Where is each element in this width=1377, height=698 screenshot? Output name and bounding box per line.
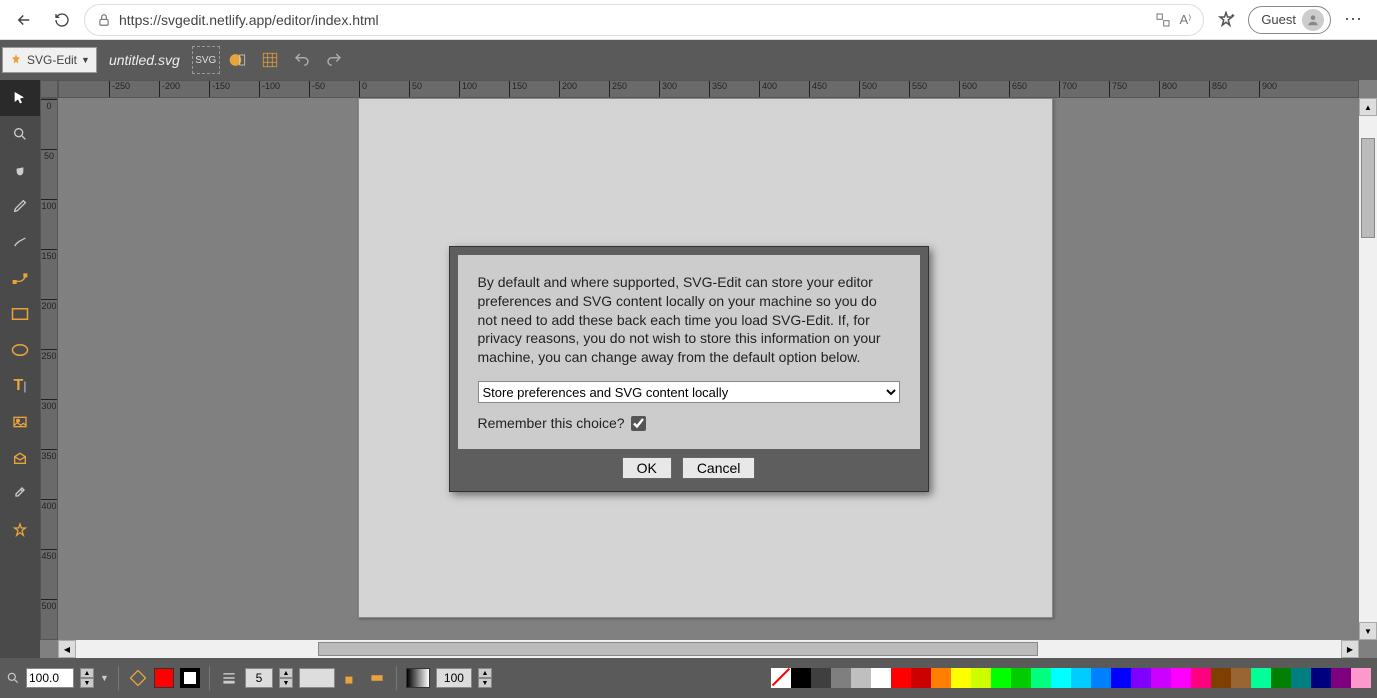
translate-icon[interactable] [1155, 12, 1171, 28]
lock-icon [97, 13, 111, 27]
guest-label: Guest [1261, 12, 1296, 27]
back-button[interactable] [8, 4, 40, 36]
remember-label: Remember this choice? [478, 415, 625, 431]
storage-dialog: By default and where supported, SVG-Edit… [449, 246, 929, 492]
cancel-button[interactable]: Cancel [682, 457, 756, 479]
more-button[interactable]: ⋯ [1337, 4, 1369, 36]
browser-toolbar: https://svgedit.netlify.app/editor/index… [0, 0, 1377, 40]
read-aloud-icon[interactable]: A⁾ [1179, 12, 1191, 28]
remember-choice[interactable]: Remember this choice? [478, 415, 900, 431]
svg-edit-app: SVG-Edit ▼ untitled.svg SVG T| -250-200-… [0, 40, 1377, 698]
dialog-overlay: By default and where supported, SVG-Edit… [0, 40, 1377, 698]
ok-button[interactable]: OK [622, 457, 672, 479]
profile-button[interactable]: Guest [1248, 6, 1331, 34]
dialog-message: By default and where supported, SVG-Edit… [478, 273, 900, 367]
address-bar[interactable]: https://svgedit.netlify.app/editor/index… [84, 4, 1204, 36]
refresh-button[interactable] [46, 4, 78, 36]
avatar-icon [1302, 9, 1324, 31]
storage-select[interactable]: Store preferences and SVG content locall… [478, 381, 900, 403]
remember-checkbox[interactable] [631, 416, 646, 431]
url-text: https://svgedit.netlify.app/editor/index… [119, 12, 1147, 28]
favorites-button[interactable] [1210, 4, 1242, 36]
